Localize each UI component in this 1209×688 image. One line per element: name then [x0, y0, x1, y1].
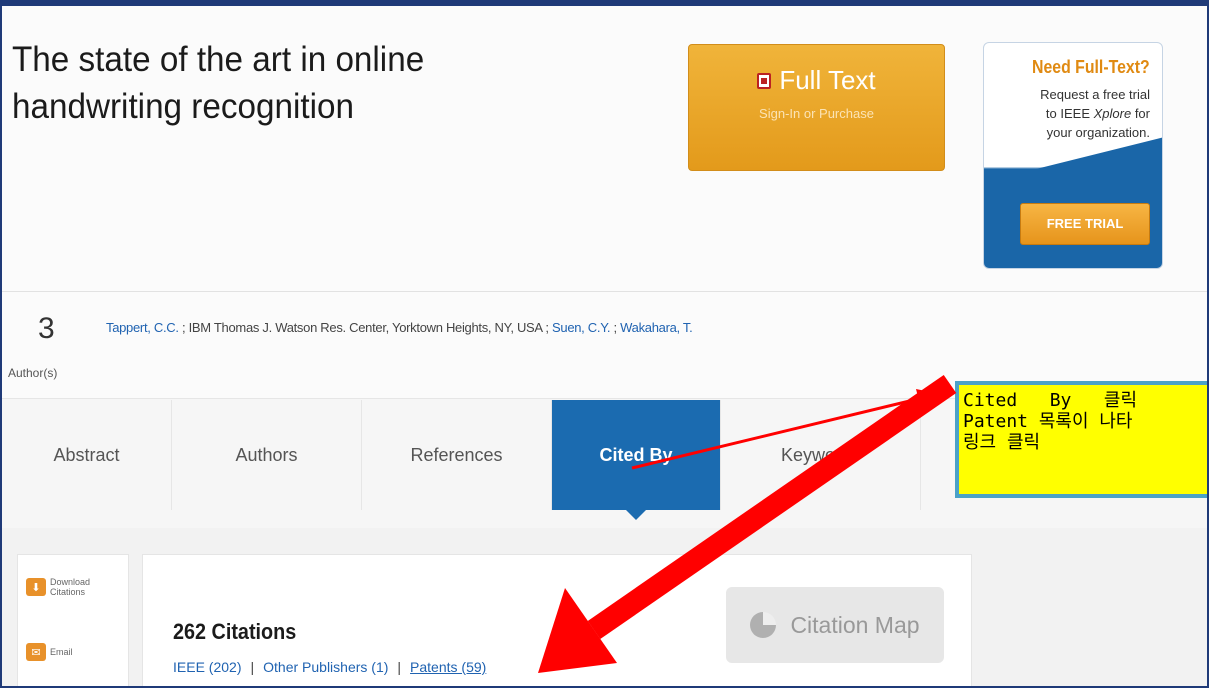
promo-text: Request a free trial to IEEE Xplore for …	[990, 85, 1150, 142]
citation-map-button[interactable]: Citation Map	[726, 587, 944, 663]
citation-filters: IEEE (202) | Other Publishers (1) | Patents …	[173, 659, 486, 675]
email-button[interactable]: ✉ Email	[26, 643, 73, 661]
author-affiliation: ; IBM Thomas J. Watson Res. Center, York…	[178, 320, 553, 335]
separator: |	[250, 659, 255, 675]
promo-line-2: to IEEE Xplore for	[1045, 106, 1150, 121]
download-label: Download Citations	[50, 577, 91, 597]
author-count-label: Author(s)	[8, 366, 58, 380]
full-text-sublabel: Sign-In or Purchase	[759, 106, 874, 121]
download-citations-button[interactable]: ⬇ Download Citations	[26, 577, 90, 597]
author-separator: ;	[610, 320, 621, 335]
annotation-callout: Cited By 클릭 Patent 목록이 나타 링크 클릭	[955, 381, 1207, 498]
tab-abstract[interactable]: Abstract	[2, 400, 172, 510]
free-trial-button[interactable]: FREE TRIAL	[1020, 203, 1150, 245]
tab-keywords[interactable]: Keywords	[721, 400, 921, 510]
full-text-button[interactable]: Full Text Sign-In or Purchase	[688, 44, 945, 171]
author-link-tappert[interactable]: Tappert, C.C.	[106, 320, 179, 335]
title-line-2: handwriting recognition	[12, 87, 354, 126]
title-line-1: The state of the art in online	[12, 40, 425, 79]
tab-references[interactable]: References	[362, 400, 552, 510]
callout-line-3: 링크 클릭	[963, 432, 1041, 453]
callout-line-2: Patent 목록이 나타	[963, 411, 1133, 432]
download-icon: ⬇	[26, 578, 46, 596]
citations-panel: 262 Citations IEEE (202) | Other Publisher…	[142, 554, 972, 686]
page-frame: The state of the art in online handwriti…	[0, 0, 1209, 688]
author-count: 3	[38, 312, 55, 345]
other-publishers-link[interactable]: Other Publishers (1)	[263, 659, 388, 675]
divider	[2, 291, 1207, 292]
pdf-icon	[757, 72, 772, 89]
promo-line-3: your organization.	[1046, 125, 1150, 140]
email-icon: ✉	[26, 643, 46, 661]
free-trial-promo: Need Full-Text? Request a free trial to …	[983, 42, 1163, 269]
callout-line-1: Cited By 클릭	[963, 390, 1137, 411]
promo-heading: Need Full-Text?	[1032, 57, 1150, 77]
author-link-wakahara[interactable]: Wakahara, T.	[620, 320, 693, 335]
article-title: The state of the art in online handwriti…	[12, 36, 544, 130]
author-list: Tappert, C.C. ; IBM Thomas J. Watson Res…	[106, 320, 693, 335]
separator: |	[397, 659, 402, 675]
ieee-citations-link[interactable]: IEEE (202)	[173, 659, 241, 675]
citations-count: 262 Citations	[173, 619, 297, 644]
tab-authors[interactable]: Authors	[172, 400, 362, 510]
tab-cited-by[interactable]: Cited By	[552, 400, 721, 520]
citation-map-label: Citation Map	[790, 611, 920, 638]
pie-chart-icon	[750, 612, 777, 638]
full-text-label: Full Text	[779, 65, 876, 95]
promo-line-1: Request a free trial	[1040, 87, 1150, 102]
author-link-suen[interactable]: Suen, C.Y.	[552, 320, 611, 335]
tools-sidebar: ⬇ Download Citations ✉ Email	[17, 554, 129, 686]
patents-link[interactable]: Patents (59)	[410, 659, 486, 675]
email-label: Email	[50, 647, 73, 657]
